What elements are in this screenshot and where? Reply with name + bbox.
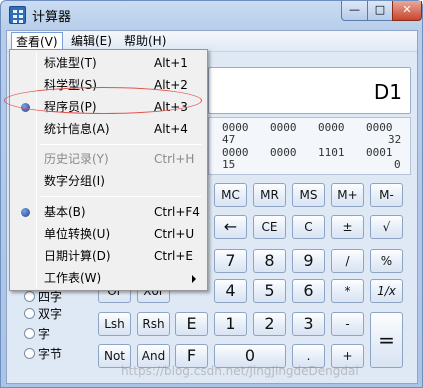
digit-9-button[interactable]: 9	[292, 249, 325, 273]
maximize-button[interactable]: □	[367, 1, 393, 21]
menu-item-accel: Ctrl+H	[154, 152, 195, 166]
backspace-button[interactable]: ←	[214, 215, 247, 239]
digit-4-button[interactable]: 4	[214, 279, 247, 303]
display-value: D1	[373, 80, 402, 104]
menu-item-label: 单位转换(U)	[44, 227, 111, 241]
radio-qword[interactable]: 四字	[24, 289, 62, 305]
result-display: D1	[208, 67, 411, 114]
digit-8-button[interactable]: 8	[253, 249, 286, 273]
digit-3-button[interactable]: 3	[292, 312, 325, 336]
menu-view[interactable]: 查看(V)	[11, 32, 63, 50]
radio-icon	[24, 348, 35, 359]
hex-e-button[interactable]: E	[175, 312, 208, 336]
bit-index: 47	[222, 133, 236, 146]
ce-button[interactable]: CE	[253, 215, 286, 239]
bit-index: 15	[222, 158, 236, 171]
close-button[interactable]: ✕	[392, 1, 422, 21]
bit-group[interactable]: 0000	[270, 146, 297, 159]
radio-label: 字节	[38, 347, 63, 361]
red-annotation-ellipse	[4, 87, 202, 114]
digit-7-button[interactable]: 7	[214, 249, 247, 273]
menu-item-digit-grouping[interactable]: 数字分组(I)	[12, 171, 205, 192]
menu-item-accel: Alt+1	[154, 56, 188, 70]
menu-item-label: 日期计算(D)	[44, 249, 111, 263]
window-title: 计算器	[32, 10, 72, 25]
menu-item-accel: Ctrl+F4	[154, 205, 200, 219]
menu-edit[interactable]: 编辑(E)	[67, 32, 116, 50]
plus-minus-button[interactable]: ±	[331, 215, 364, 239]
bit-panel: 0000 0000 0000 0000 47 32 0000 0000 1101…	[208, 117, 411, 175]
submenu-arrow-icon	[192, 275, 196, 283]
menu-item-accel: Ctrl+E	[154, 249, 193, 263]
menu-item-label: 数字分组(I)	[44, 174, 105, 188]
menu-item-label: 统计信息(A)	[44, 122, 110, 136]
menu-item-label: 工作表(W)	[44, 271, 102, 285]
bit-group[interactable]: 1101	[318, 146, 345, 159]
m-plus-button[interactable]: M+	[331, 183, 364, 207]
menu-help[interactable]: 帮助(H)	[120, 32, 170, 50]
bit-index: 0	[394, 158, 401, 171]
menu-item-accel: Alt+4	[154, 122, 188, 136]
menu-item-history[interactable]: 历史记录(Y) Ctrl+H	[12, 149, 205, 170]
bit-group[interactable]: 0000	[318, 121, 345, 134]
clear-button[interactable]: C	[292, 215, 325, 239]
multiply-button[interactable]: *	[331, 279, 364, 303]
minimize-button[interactable]: —	[341, 1, 368, 21]
divide-button[interactable]: /	[331, 249, 364, 273]
minus-button[interactable]: -	[331, 312, 364, 336]
radio-dword[interactable]: 双字	[24, 306, 62, 322]
calculator-icon	[9, 6, 26, 24]
mc-button[interactable]: MC	[214, 183, 247, 207]
menu-item-date-calculation[interactable]: 日期计算(D) Ctrl+E	[12, 246, 205, 267]
view-menu-dropdown: 标准型(T) Alt+1 科学型(S) Alt+2 程序员(P) Alt+3 统计信息…	[9, 49, 208, 291]
title-bar[interactable]: 计算器 — □ ✕	[1, 1, 422, 29]
menu-item-label: 标准型(T)	[44, 56, 97, 70]
menu-separator	[40, 196, 202, 197]
radio-icon	[24, 291, 35, 302]
bit-index: 32	[388, 133, 402, 146]
selected-bullet-icon	[21, 208, 30, 217]
lsh-button[interactable]: Lsh	[98, 312, 131, 336]
mr-button[interactable]: MR	[253, 183, 286, 207]
menu-item-standard[interactable]: 标准型(T) Alt+1	[12, 53, 205, 74]
radio-icon	[24, 308, 35, 319]
watermark: https://blog.csdn.net/JingJingdeDengdai	[121, 364, 359, 378]
menu-item-accel: Ctrl+U	[154, 227, 195, 241]
digit-5-button[interactable]: 5	[253, 279, 286, 303]
menu-item-basic[interactable]: 基本(B) Ctrl+F4	[12, 202, 205, 223]
radio-icon	[24, 328, 35, 339]
rsh-button[interactable]: Rsh	[137, 312, 170, 336]
radio-word[interactable]: 字	[24, 326, 50, 342]
menu-item-statistics[interactable]: 统计信息(A) Alt+4	[12, 119, 205, 140]
menu-item-worksheets[interactable]: 工作表(W)	[12, 268, 205, 289]
menu-separator	[40, 144, 202, 145]
sqrt-button[interactable]: √	[370, 215, 403, 239]
digit-6-button[interactable]: 6	[292, 279, 325, 303]
menu-item-unit-conversion[interactable]: 单位转换(U) Ctrl+U	[12, 224, 205, 245]
ms-button[interactable]: MS	[292, 183, 325, 207]
radio-label: 双字	[38, 307, 63, 321]
equals-button[interactable]: =	[370, 312, 403, 368]
radio-label: 四字	[38, 290, 63, 304]
calculator-window: 计算器 — □ ✕ 查看(V) 编辑(E) 帮助(H) D1 0000 0000…	[0, 0, 423, 388]
bit-group[interactable]: 0000	[270, 121, 297, 134]
percent-button[interactable]: %	[370, 249, 403, 273]
menu-item-label: 基本(B)	[44, 205, 86, 219]
m-minus-button[interactable]: M-	[370, 183, 403, 207]
bit-group[interactable]: 0001	[366, 146, 393, 159]
menu-item-label: 历史记录(Y)	[44, 152, 109, 166]
radio-byte[interactable]: 字节	[24, 346, 62, 362]
reciprocal-button[interactable]: 1/x	[370, 279, 403, 303]
radio-label: 字	[38, 327, 51, 341]
digit-1-button[interactable]: 1	[214, 312, 247, 336]
digit-2-button[interactable]: 2	[253, 312, 286, 336]
